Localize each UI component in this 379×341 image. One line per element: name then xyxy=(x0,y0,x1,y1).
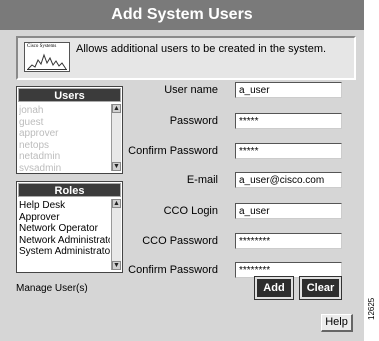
username-field[interactable] xyxy=(235,82,342,98)
users-list[interactable]: jonah guest approver netops netadmin sys… xyxy=(19,105,110,171)
window-title: Add System Users xyxy=(0,0,364,30)
cco-confirm-password-label: Confirm Password xyxy=(128,264,218,276)
email-field[interactable] xyxy=(235,172,342,188)
list-item[interactable]: Approver xyxy=(19,212,110,224)
scroll-down-icon[interactable]: ▼ xyxy=(112,162,121,171)
scroll-down-icon[interactable]: ▼ xyxy=(112,261,121,270)
clear-button[interactable]: Clear xyxy=(299,276,342,300)
list-item[interactable]: System Administrator xyxy=(19,246,110,258)
email-label: E-mail xyxy=(186,174,218,186)
users-panel: Users jonah guest approver netops netadm… xyxy=(16,86,123,174)
roles-panel-header: Roles xyxy=(18,183,121,197)
cco-confirm-password-field[interactable] xyxy=(235,262,342,278)
logo-text: Cisco Systems xyxy=(27,44,57,49)
password-field[interactable] xyxy=(235,113,342,129)
list-item[interactable]: netadmin xyxy=(19,151,110,163)
info-description: Allows additional users to be created in… xyxy=(76,43,327,55)
cco-login-field[interactable] xyxy=(235,203,342,219)
list-item[interactable]: jonah xyxy=(19,105,110,117)
list-item[interactable]: netops xyxy=(19,140,110,152)
list-item[interactable]: Network Administrator xyxy=(19,235,110,247)
users-panel-header: Users xyxy=(18,88,121,102)
list-item[interactable]: approver xyxy=(19,128,110,140)
cco-password-field[interactable] xyxy=(235,233,342,249)
roles-panel: Roles Help Desk Approver Network Operato… xyxy=(16,181,123,273)
figure-id: 12625 xyxy=(367,297,376,320)
roles-list[interactable]: Help Desk Approver Network Operator Netw… xyxy=(19,200,110,270)
list-item[interactable]: guest xyxy=(19,117,110,129)
scroll-up-icon[interactable]: ▲ xyxy=(112,104,121,113)
add-system-users-window: Add System Users Cisco Systems Allows ad… xyxy=(0,0,364,341)
confirm-password-label: Confirm Password xyxy=(128,145,218,157)
cco-login-label: CCO Login xyxy=(163,205,218,217)
cco-password-label: CCO Password xyxy=(142,235,218,247)
username-label: User name xyxy=(164,84,218,96)
help-button[interactable]: Help xyxy=(321,314,353,332)
info-bar: Cisco Systems Allows additional users to… xyxy=(16,36,356,80)
status-text: Manage User(s) xyxy=(16,283,88,294)
scroll-up-icon[interactable]: ▲ xyxy=(112,199,121,208)
list-item[interactable]: Help Desk xyxy=(19,200,110,212)
add-button[interactable]: Add xyxy=(254,276,294,300)
confirm-password-field[interactable] xyxy=(235,143,342,159)
password-label: Password xyxy=(169,115,218,127)
list-item[interactable]: sysadmin xyxy=(19,163,110,172)
list-item[interactable]: Network Operator xyxy=(19,223,110,235)
users-scrollbar[interactable]: ▲ ▼ xyxy=(111,104,121,171)
roles-scrollbar[interactable]: ▲ ▼ xyxy=(111,199,121,270)
logo-bars-icon xyxy=(27,53,67,70)
cisco-logo: Cisco Systems xyxy=(24,42,70,72)
